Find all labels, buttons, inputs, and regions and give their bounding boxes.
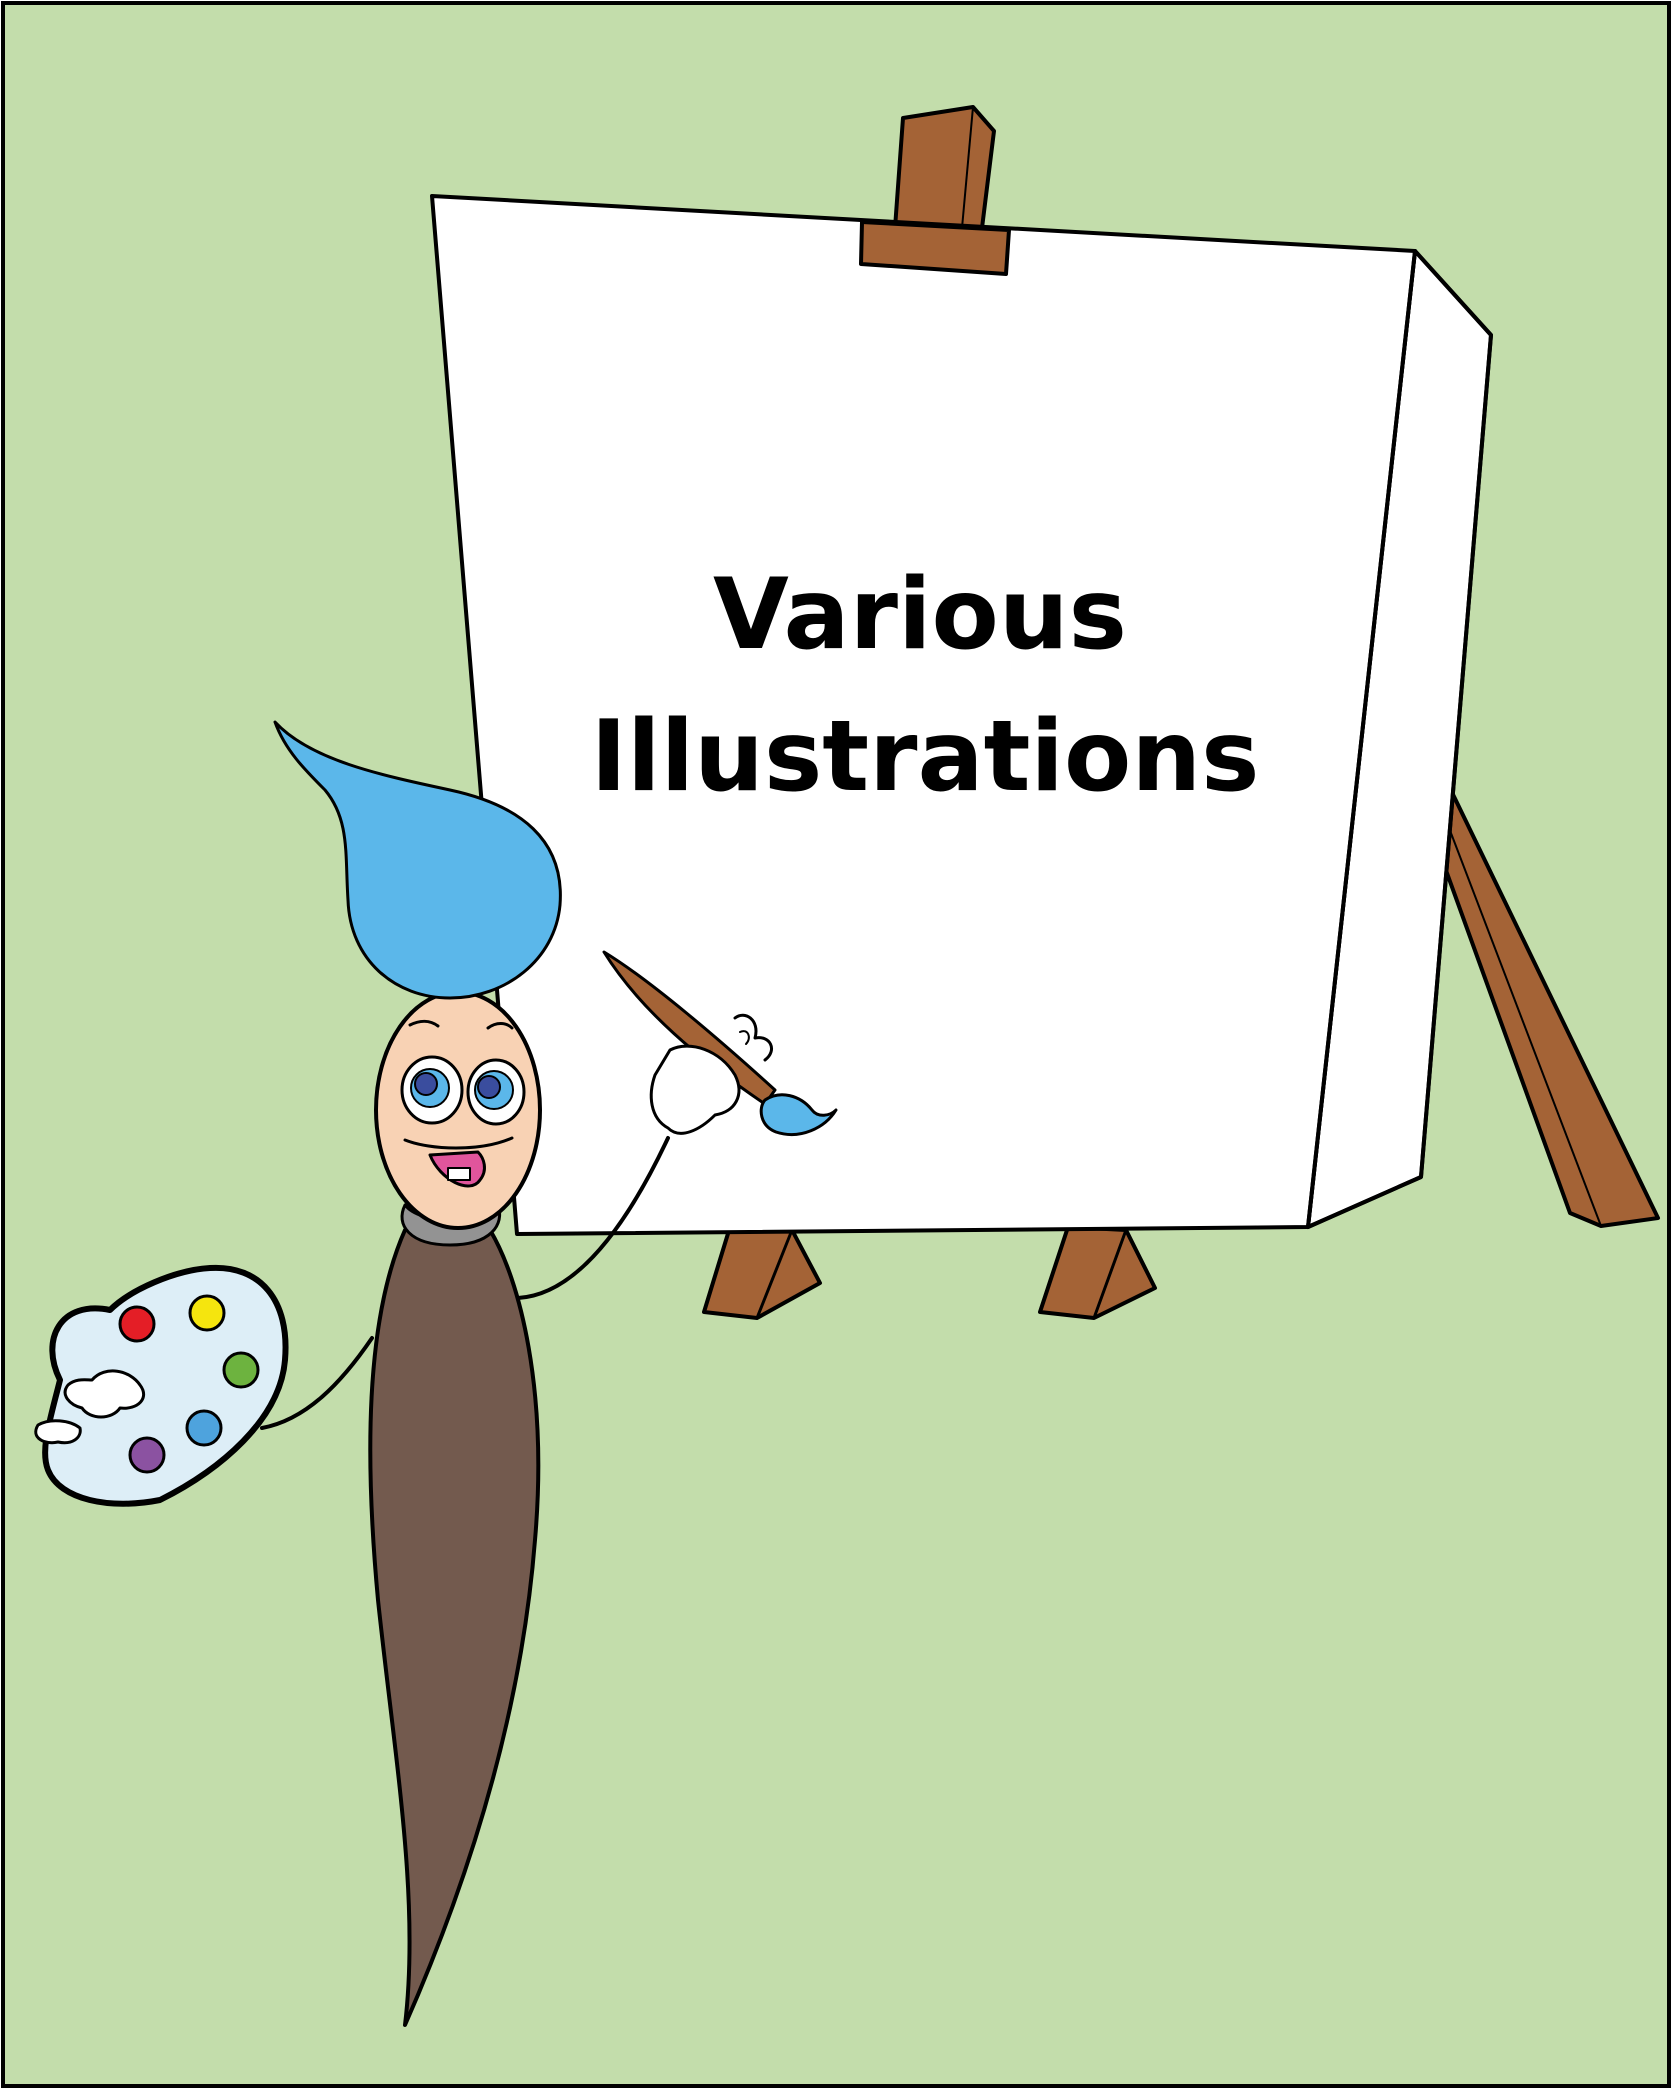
paint-purple bbox=[128, 1436, 166, 1474]
right-eye bbox=[466, 1058, 526, 1126]
tooth bbox=[447, 1167, 471, 1181]
paint-red bbox=[118, 1305, 156, 1343]
paint-green bbox=[222, 1351, 260, 1389]
easel-top-post bbox=[893, 105, 996, 230]
left-eye bbox=[400, 1055, 464, 1125]
illustration-scene: Various Illustrations bbox=[1, 1, 1671, 2088]
paint-blue bbox=[185, 1409, 223, 1447]
paint-yellow bbox=[188, 1294, 226, 1332]
canvas-title-line-2: Illustrations bbox=[591, 700, 1260, 814]
canvas-title-line-1: Various bbox=[713, 558, 1127, 672]
